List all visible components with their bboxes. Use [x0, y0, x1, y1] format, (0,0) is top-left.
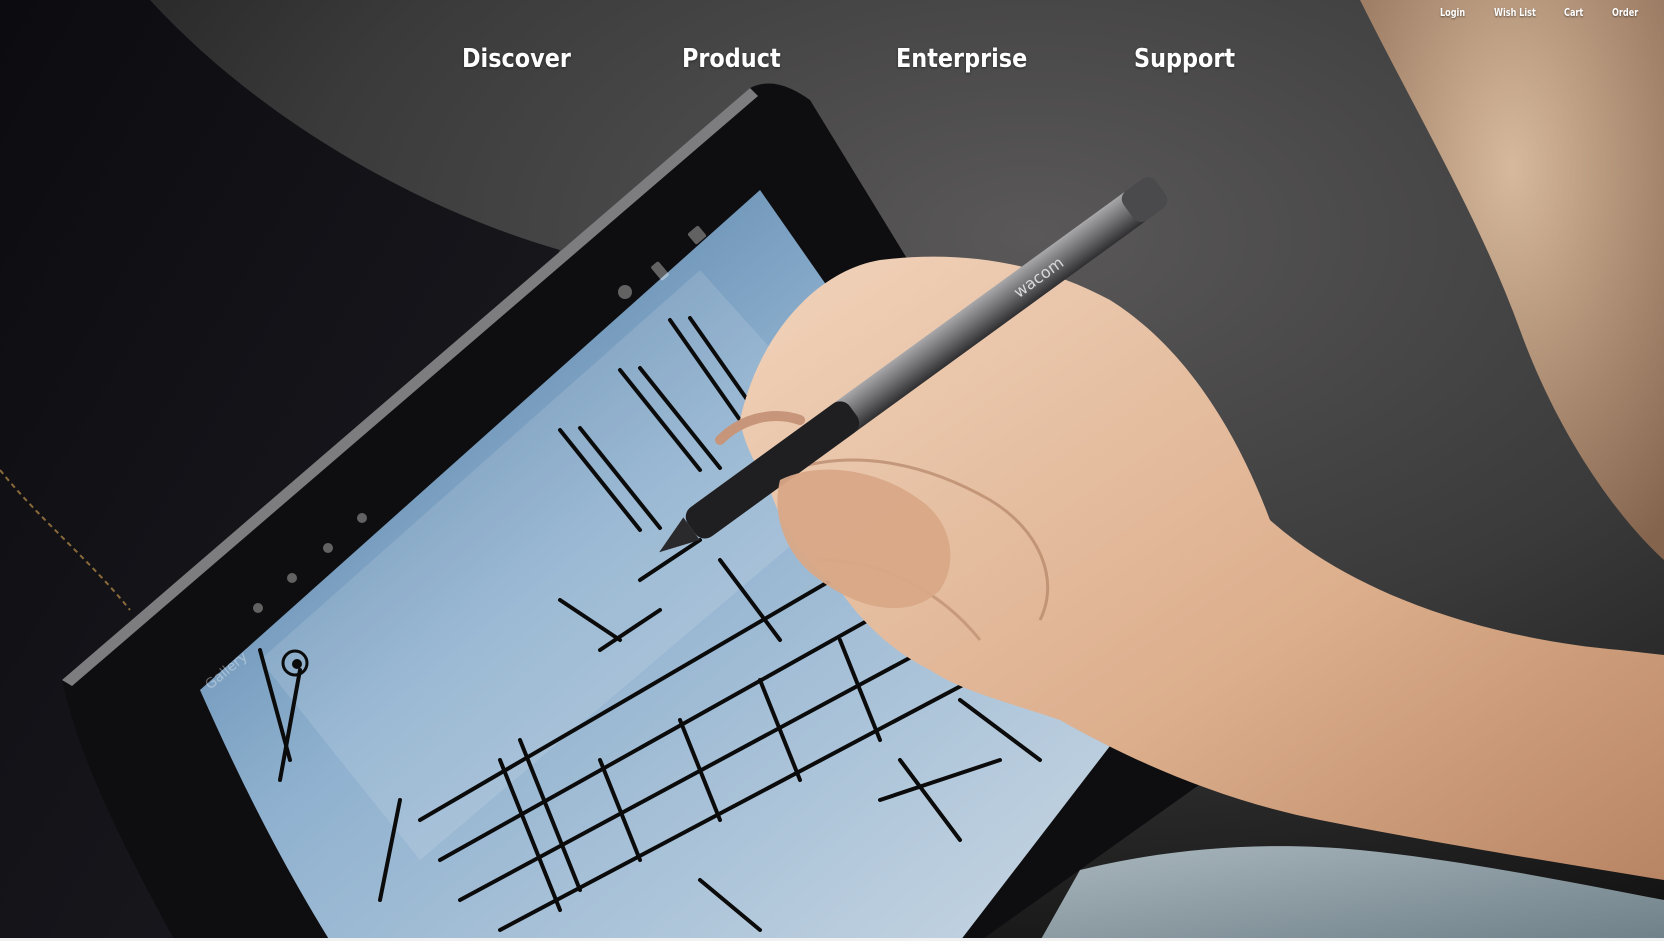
login-link[interactable]: Login — [1440, 6, 1465, 19]
nav-discover[interactable]: Discover — [462, 44, 571, 74]
main-nav: Discover Product Enterprise Support — [0, 44, 1664, 84]
wish-list-link[interactable]: Wish List — [1494, 6, 1536, 19]
order-link[interactable]: Order — [1612, 6, 1638, 19]
nav-support[interactable]: Support — [1134, 44, 1235, 74]
utility-nav: Login Wish List Cart Order — [0, 6, 1664, 30]
page: wacom Gallery Login Wish List Cart Order… — [0, 0, 1664, 941]
nav-product[interactable]: Product — [682, 44, 781, 74]
nav-enterprise[interactable]: Enterprise — [896, 44, 1027, 74]
hero-image: wacom Gallery — [0, 0, 1664, 941]
cart-link[interactable]: Cart — [1564, 6, 1583, 19]
